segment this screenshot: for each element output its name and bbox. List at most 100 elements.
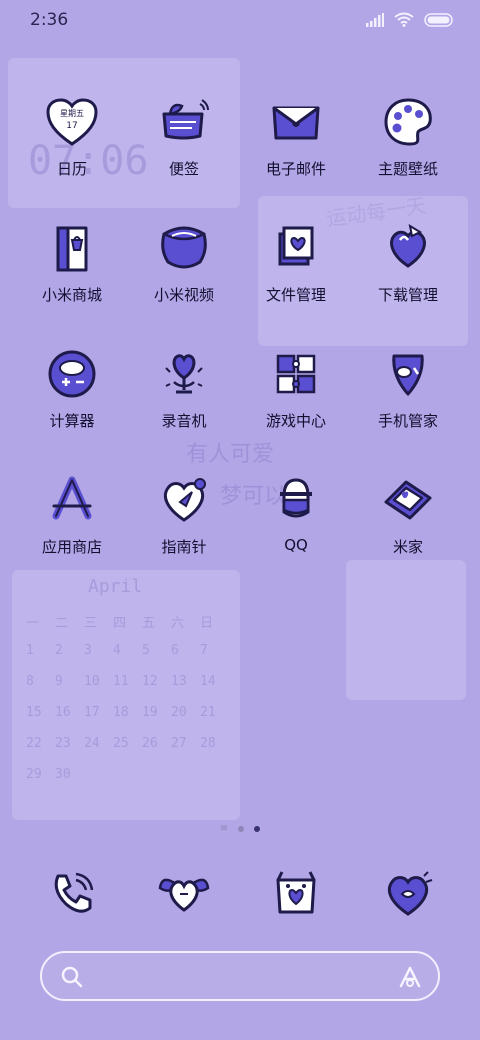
email-icon (264, 90, 328, 154)
page-dot-active[interactable] (254, 826, 261, 832)
app-email[interactable]: 电子邮件 (240, 90, 352, 216)
wallpaper-day: 3 (84, 643, 92, 658)
wallpaper-day: 28 (200, 736, 216, 751)
wifi-icon (394, 12, 414, 31)
app-label: 主题壁纸 (377, 160, 438, 178)
wallpaper-weekday: 日 (200, 616, 214, 631)
app-label: 计算器 (49, 412, 95, 430)
app-label: 指南针 (161, 538, 207, 556)
wallpaper-weekday: 四 (113, 616, 127, 631)
app-calculator[interactable]: 计算器 (16, 342, 128, 468)
wallpaper-day: 6 (171, 643, 179, 658)
palette-icon (376, 90, 440, 154)
app-security[interactable]: 手机管家 (352, 342, 464, 468)
recorder-icon (152, 342, 216, 406)
compass-icon (152, 468, 216, 532)
mi-home-icon (376, 468, 440, 532)
wallpaper-day: 10 (84, 674, 100, 689)
app-label: 小米商城 (41, 286, 102, 304)
wallpaper-day: 21 (200, 705, 216, 720)
search-bar[interactable] (40, 951, 440, 1001)
wallpaper-day: 7 (200, 643, 208, 658)
app-label: 电子邮件 (265, 160, 326, 178)
app-qq[interactable]: QQ (240, 468, 352, 594)
app-label: QQ (284, 536, 308, 554)
wallpaper-weekday: 二 (55, 616, 69, 631)
wallpaper-day: 23 (55, 736, 71, 751)
app-mi-store[interactable]: 小米商城 (16, 216, 128, 342)
search-icon[interactable] (60, 965, 84, 993)
page-dot[interactable] (238, 826, 245, 832)
app-notes[interactable]: 便签 (128, 90, 240, 216)
signal-icon (366, 12, 384, 31)
wallpaper-day: 11 (113, 674, 129, 689)
app-compass[interactable]: 指南针 (128, 468, 240, 594)
wallpaper-day: 8 (26, 674, 34, 689)
dock-browser[interactable] (240, 862, 352, 926)
dock-camera[interactable] (352, 862, 464, 926)
wallpaper-day: 24 (84, 736, 100, 751)
app-game-center[interactable]: 游戏中心 (240, 342, 352, 468)
app-app-store[interactable]: 应用商店 (16, 468, 128, 594)
files-icon (264, 216, 328, 280)
calculator-icon (40, 342, 104, 406)
wallpaper-day: 1 (26, 643, 34, 658)
dock-messages[interactable] (128, 862, 240, 926)
app-label: 日历 (56, 160, 87, 178)
app-label: 小米视频 (153, 286, 214, 304)
app-label: 米家 (392, 538, 423, 556)
app-recorder[interactable]: 录音机 (128, 342, 240, 468)
wallpaper-day: 13 (171, 674, 187, 689)
wallpaper-weekday: 一 (26, 616, 40, 631)
wallpaper-day: 16 (55, 705, 71, 720)
app-label: 手机管家 (377, 412, 438, 430)
app-downloads[interactable]: 下载管理 (352, 216, 464, 342)
app-files[interactable]: 文件管理 (240, 216, 352, 342)
wallpaper-day: 19 (142, 705, 158, 720)
wallpaper-day: 27 (171, 736, 187, 751)
menu-lines-icon: ≡ (219, 823, 229, 834)
wallpaper-day: 4 (113, 643, 121, 658)
app-label: 下载管理 (377, 286, 438, 304)
wallpaper-day: 22 (26, 736, 42, 751)
app-label: 便签 (168, 160, 199, 178)
qq-icon (264, 468, 328, 532)
assistant-icon[interactable] (398, 965, 422, 993)
app-label: 文件管理 (265, 286, 326, 304)
notes-icon (152, 90, 216, 154)
wallpaper-day: 20 (171, 705, 187, 720)
camera-icon (376, 862, 440, 926)
game-center-icon (264, 342, 328, 406)
page-indicator[interactable]: ≡ (0, 823, 480, 834)
app-label: 应用商店 (41, 538, 102, 556)
app-label: 游戏中心 (265, 412, 326, 430)
wallpaper-day: 17 (84, 705, 100, 720)
wallpaper-day: 30 (55, 767, 71, 782)
status-icons (366, 12, 454, 31)
browser-icon (264, 862, 328, 926)
wallpaper-day: 14 (200, 674, 216, 689)
wallpaper-day: 18 (113, 705, 129, 720)
store-icon (40, 216, 104, 280)
status-bar: 2:36 (0, 0, 480, 44)
dock-phone[interactable] (16, 862, 128, 926)
wallpaper-weekday: 五 (142, 616, 156, 631)
app-calendar[interactable]: 星期五 17 日历 (16, 90, 128, 216)
calendar-weekday: 星期五 (60, 109, 84, 118)
wallpaper-weekday: 三 (84, 616, 98, 631)
app-themes[interactable]: 主题壁纸 (352, 90, 464, 216)
phone-icon (40, 862, 104, 926)
app-mi-video[interactable]: 小米视频 (128, 216, 240, 342)
video-icon (152, 216, 216, 280)
messages-icon (152, 862, 216, 926)
app-store-icon (40, 468, 104, 532)
wallpaper-day: 2 (55, 643, 63, 658)
wallpaper-day: 26 (142, 736, 158, 751)
battery-icon (424, 12, 454, 31)
wallpaper-day: 25 (113, 736, 129, 751)
app-mi-home[interactable]: 米家 (352, 468, 464, 594)
security-icon (376, 342, 440, 406)
calendar-icon: 星期五 17 (40, 90, 104, 154)
app-grid: 星期五 17 日历 便签 电子邮件 主题壁纸 小米商城 小米视频 文件管理 下载… (16, 90, 464, 594)
calendar-day: 17 (66, 121, 77, 131)
